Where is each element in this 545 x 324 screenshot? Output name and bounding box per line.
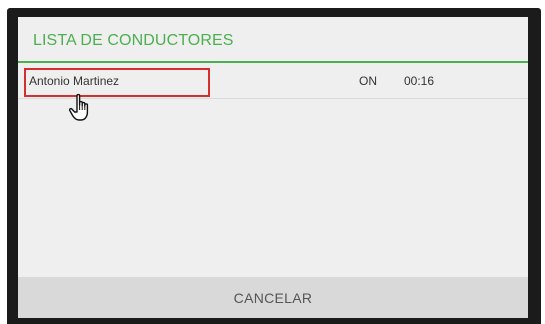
dialog-header: LISTA DE CONDUCTORES bbox=[18, 17, 528, 63]
drivers-list: Antonio Martinez ON 00:16 bbox=[18, 65, 528, 277]
driver-time: 00:16 bbox=[404, 74, 435, 88]
cancel-label: CANCELAR bbox=[233, 289, 313, 306]
list-item-driver[interactable]: Antonio Martinez ON 00:16 bbox=[18, 65, 528, 121]
cancel-button[interactable]: CANCELAR bbox=[18, 277, 528, 318]
drivers-dialog: LISTA DE CONDUCTORES Antonio Martinez ON… bbox=[18, 17, 528, 318]
driver-name: Antonio Martinez bbox=[29, 74, 120, 88]
driver-status: ON bbox=[359, 74, 377, 88]
dialog-title: LISTA DE CONDUCTORES bbox=[33, 32, 234, 49]
hand-pointer-icon bbox=[68, 93, 89, 121]
